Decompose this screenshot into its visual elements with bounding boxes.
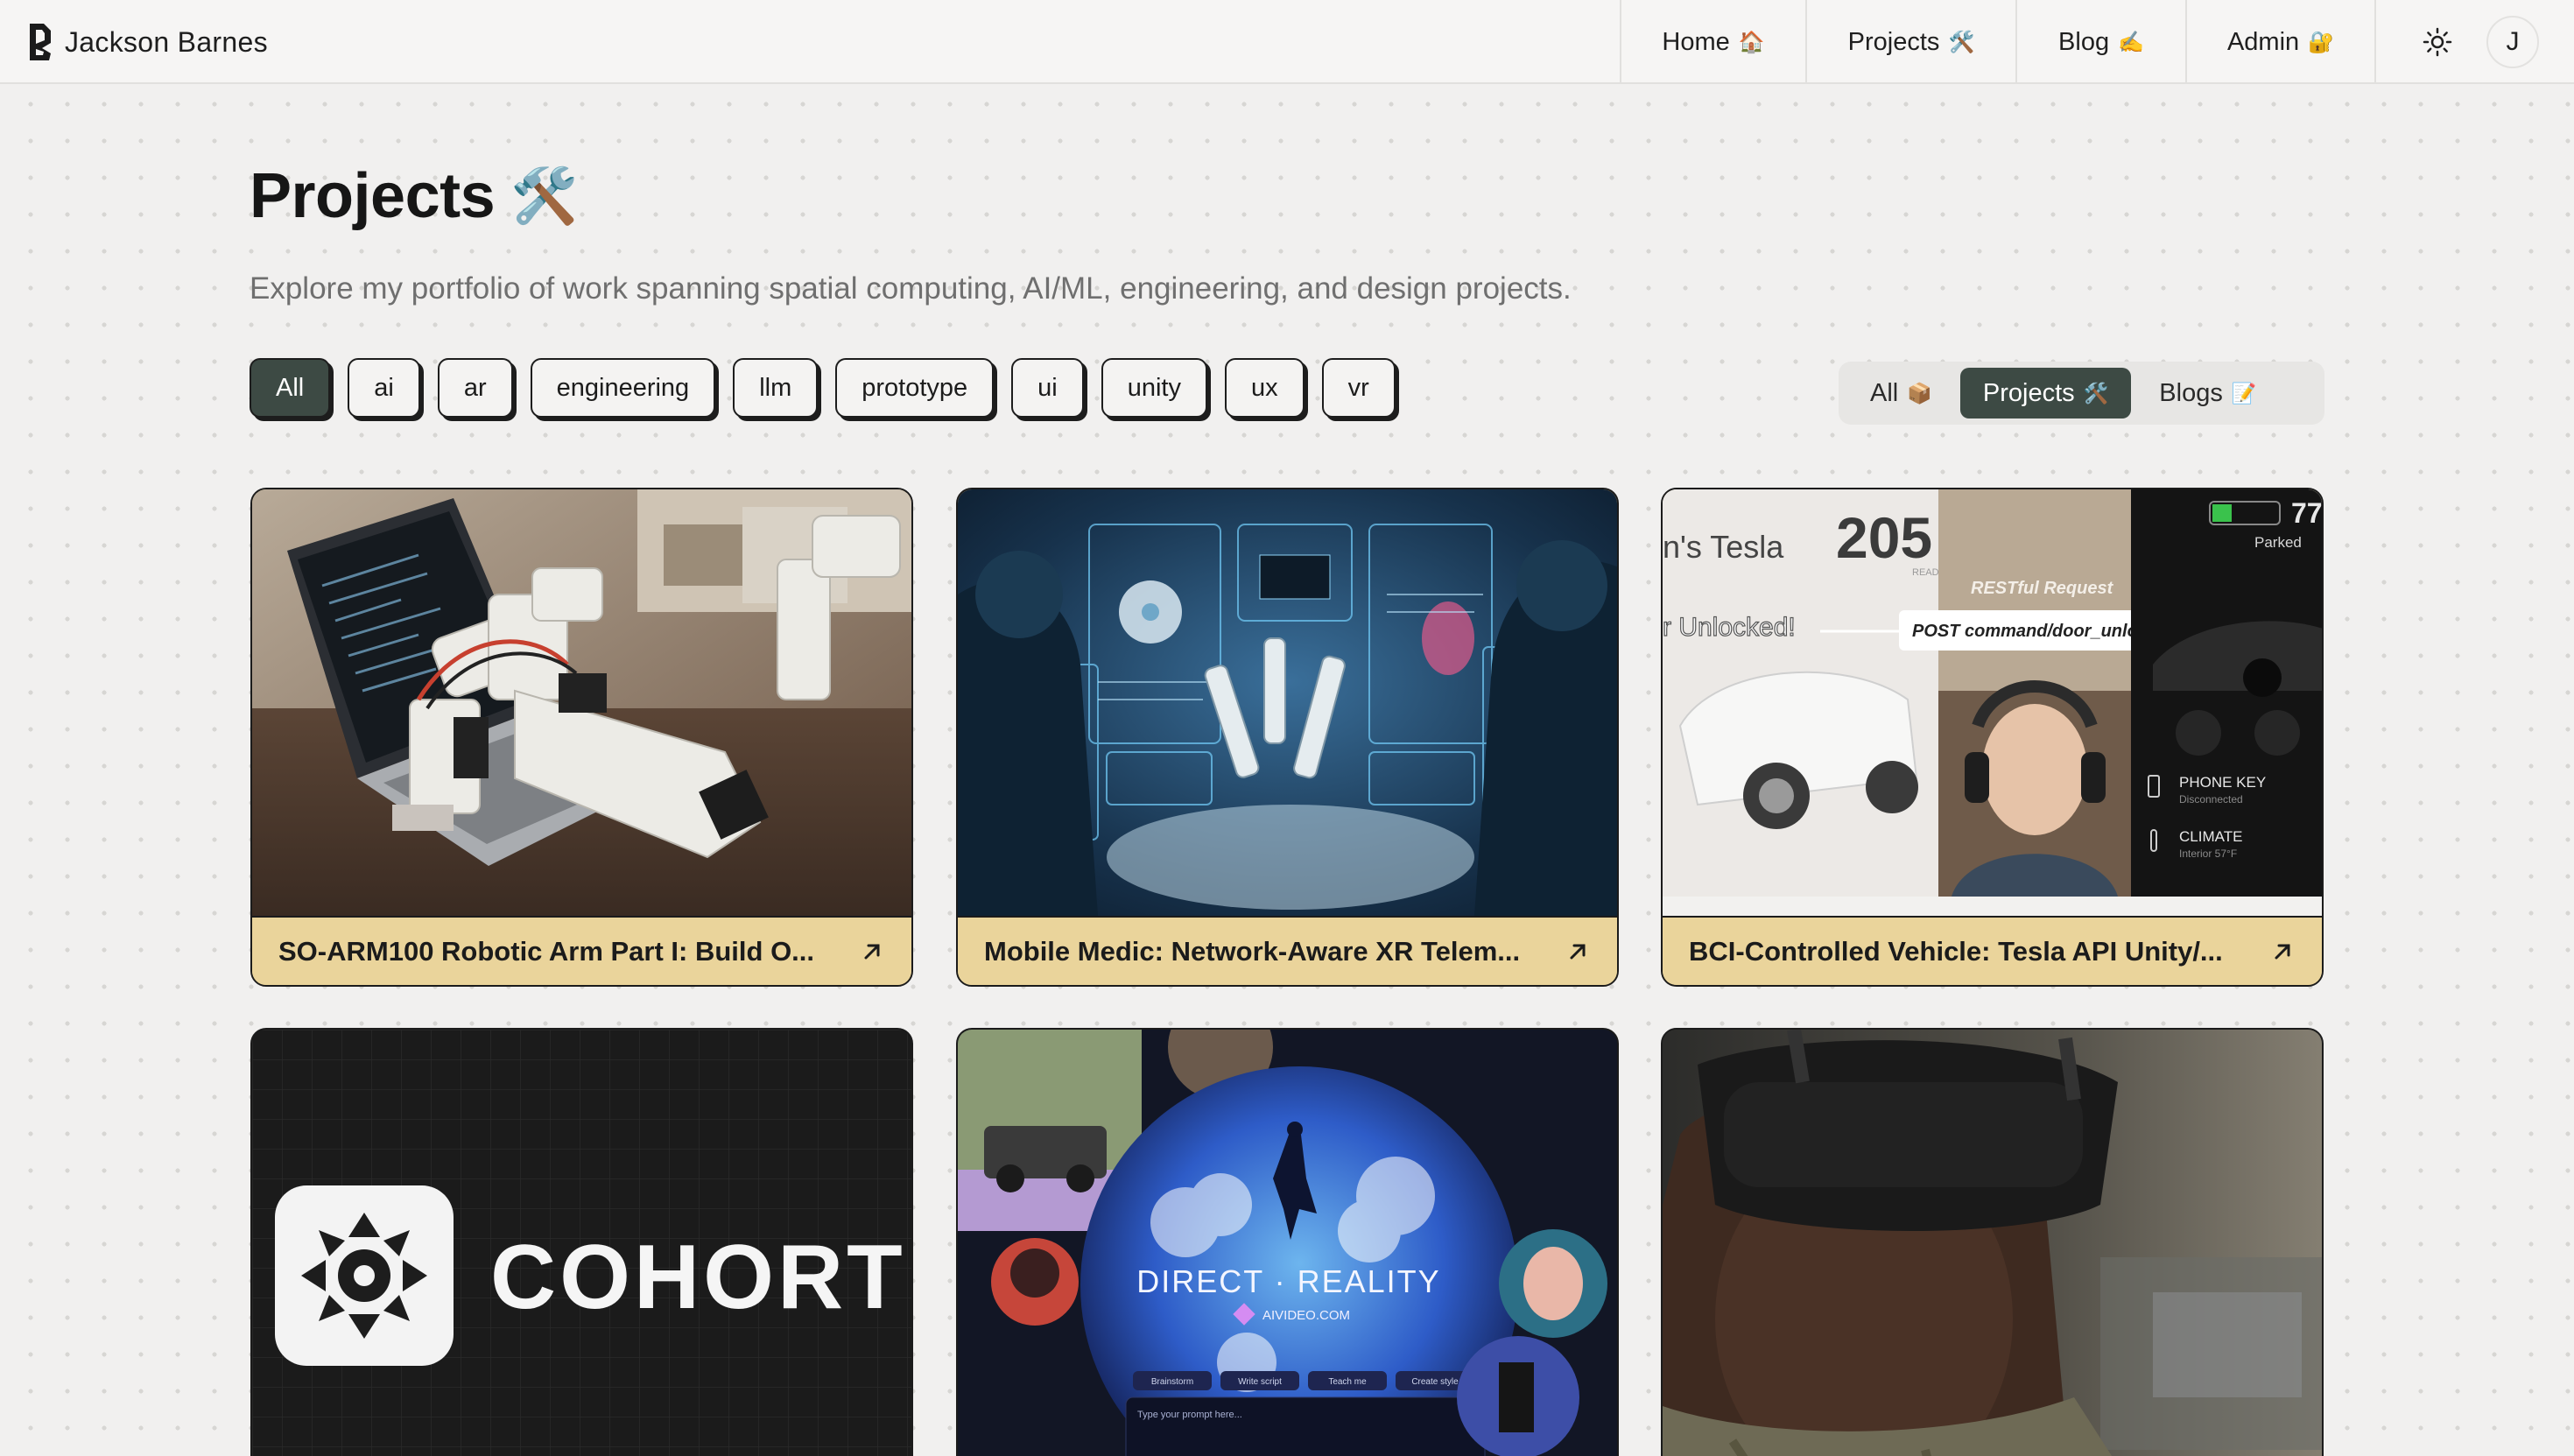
tesla-status-text: Parked xyxy=(2254,534,2302,551)
direct-chip-create-style: Create style xyxy=(1411,1377,1459,1387)
arrow-up-right-icon xyxy=(864,944,880,960)
tag-filter-group: All ai ar engineering llm prototype ui u… xyxy=(250,358,1396,421)
direct-reality-collage: DIRECT · REALITY AIVIDEO.COM Brainstorm … xyxy=(958,1030,1617,1456)
nav-admin-label: Admin xyxy=(2226,27,2300,56)
filter-projects[interactable]: Projects 🛠️ xyxy=(1959,368,2132,419)
filter-all[interactable]: All 📦 xyxy=(1847,368,1955,419)
arrow-up-right-icon xyxy=(2275,944,2290,960)
tesla-bci-collage: n's Tesla r Unlocked! 205 READING RESTfu… xyxy=(1663,489,2322,916)
nav-admin[interactable]: Admin 🔐 xyxy=(2185,0,2376,84)
brand-home-link[interactable]: Jackson Barnes xyxy=(26,19,268,65)
brand-logo-icon xyxy=(30,24,51,60)
project-card[interactable]: Mobile Medic: Network-Aware XR Telem... xyxy=(956,488,1619,987)
project-card-title: SO-ARM100 Robotic Arm Part I: Build O... xyxy=(278,936,815,967)
project-card-caption: SO-ARM100 Robotic Arm Part I: Build O... xyxy=(252,916,911,985)
tag-chip-prototype[interactable]: prototype xyxy=(835,358,995,418)
nav-projects[interactable]: Projects 🛠️ xyxy=(1805,0,2015,84)
nav-home[interactable]: Home 🏠 xyxy=(1620,0,1805,84)
writing-hand-icon: ✍️ xyxy=(2118,30,2144,54)
nav-blog-label: Blog xyxy=(2058,27,2110,56)
robotic-arm-photo xyxy=(252,489,911,916)
project-card[interactable] xyxy=(1661,1028,2324,1456)
brand-name: Jackson Barnes xyxy=(65,25,268,58)
project-card[interactable]: DIRECT · REALITY AIVIDEO.COM Brainstorm … xyxy=(956,1028,1619,1456)
xr-surgery-illustration xyxy=(958,489,1617,916)
nav-projects-label: Projects xyxy=(1847,27,1940,56)
direct-prompt-placeholder: Type your prompt here... xyxy=(1137,1410,1242,1420)
project-card[interactable]: SO-ARM100 Robotic Arm Part I: Build O... xyxy=(250,488,913,987)
lock-icon: 🔐 xyxy=(2308,30,2335,54)
tesla-restful-label: RESTful Request xyxy=(1971,579,2114,598)
tesla-reading-value: 205 xyxy=(1836,505,1932,570)
tools-icon: 🛠️ xyxy=(1948,30,1975,54)
tag-chip-vr[interactable]: vr xyxy=(1321,358,1396,418)
tag-chip-ui[interactable]: ui xyxy=(1011,358,1084,418)
project-card-title: Mobile Medic: Network-Aware XR Telem... xyxy=(984,936,1521,967)
page-title-text: Projects xyxy=(250,161,496,231)
nav-home-label: Home xyxy=(1662,27,1730,56)
direct-reality-site: AIVIDEO.COM xyxy=(1262,1308,1350,1323)
main-nav: Home 🏠 Projects 🛠️ Blog ✍️ Admin 🔐 xyxy=(1620,0,2376,84)
project-card-caption: Mobile Medic: Network-Aware XR Telem... xyxy=(958,916,1617,985)
filter-all-label: All xyxy=(1870,378,1899,407)
tesla-range-value: 77 xyxy=(2291,497,2322,529)
tag-chip-ar[interactable]: ar xyxy=(437,358,513,418)
tesla-command-text: POST command/door_unlock xyxy=(1912,622,2158,641)
tesla-unlocked-text: r Unlocked! xyxy=(1663,613,1796,642)
project-card[interactable]: n's Tesla r Unlocked! 205 READING RESTfu… xyxy=(1661,488,2324,987)
direct-reality-title: DIRECT · REALITY xyxy=(1136,1263,1440,1299)
nav-blog[interactable]: Blog ✍️ xyxy=(2015,0,2185,84)
project-card[interactable]: COHORT xyxy=(250,1028,913,1456)
package-icon: 📦 xyxy=(1907,381,1932,404)
tesla-climate-label: CLIMATE xyxy=(2179,828,2242,845)
tesla-name-fragment: n's Tesla xyxy=(1663,529,1784,565)
tag-chip-llm[interactable]: llm xyxy=(733,358,819,418)
filter-projects-label: Projects xyxy=(1982,378,2075,407)
top-navigation-bar: Jackson Barnes Home 🏠 Projects 🛠️ Blog ✍… xyxy=(0,0,2574,84)
tesla-phone-key-status: Disconnected xyxy=(2179,793,2243,805)
cohort-wordmark: COHORT xyxy=(490,1227,906,1328)
tag-chip-engineering[interactable]: engineering xyxy=(530,358,716,418)
direct-chip-write-script: Write script xyxy=(1238,1377,1282,1387)
tag-chip-ai[interactable]: ai xyxy=(348,358,420,418)
filter-blogs-label: Blogs xyxy=(2159,378,2223,407)
user-avatar-button[interactable]: J xyxy=(2486,16,2539,68)
tools-icon: 🛠️ xyxy=(510,165,578,227)
page-subtitle: Explore my portfolio of work spanning sp… xyxy=(250,271,1572,306)
theme-toggle-button[interactable] xyxy=(2411,16,2464,68)
project-card-caption: BCI-Controlled Vehicle: Tesla API Unity/… xyxy=(1663,916,2322,985)
vr-headset-soldier-photo xyxy=(1663,1030,2322,1456)
tools-icon: 🛠️ xyxy=(2083,381,2109,404)
content-type-filter: All 📦 Projects 🛠️ Blogs 📝 xyxy=(1839,362,2324,425)
project-card-title: BCI-Controlled Vehicle: Tesla API Unity/… xyxy=(1689,936,2223,967)
tag-chip-ux[interactable]: ux xyxy=(1225,358,1305,418)
house-icon: 🏠 xyxy=(1738,30,1765,54)
filter-blogs[interactable]: Blogs 📝 xyxy=(2136,368,2279,419)
tag-chip-unity[interactable]: unity xyxy=(1101,358,1207,418)
tesla-climate-status: Interior 57°F xyxy=(2179,848,2237,860)
sun-icon xyxy=(2423,27,2452,57)
tesla-phone-key-label: PHONE KEY xyxy=(2179,774,2266,791)
memo-icon: 📝 xyxy=(2231,381,2257,404)
page-title: Projects 🛠️ xyxy=(250,160,578,232)
tag-chip-all[interactable]: All xyxy=(250,358,331,418)
direct-chip-teach-me: Teach me xyxy=(1328,1377,1367,1387)
direct-chip-brainstorm: Brainstorm xyxy=(1151,1377,1193,1387)
cohort-logo-banner: COHORT xyxy=(252,1030,911,1456)
arrow-up-right-icon xyxy=(1570,944,1586,960)
